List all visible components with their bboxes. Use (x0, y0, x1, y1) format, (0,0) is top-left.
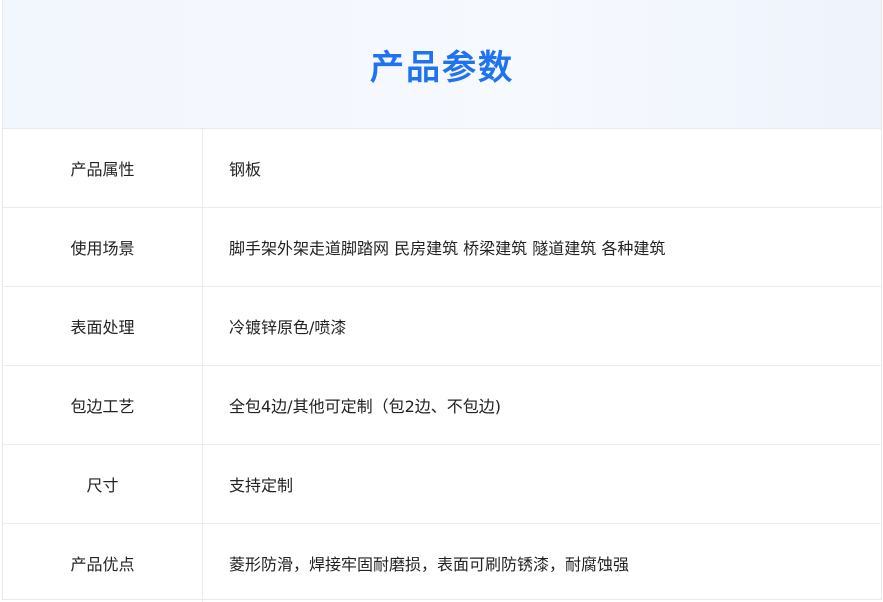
page-title: 产品参数 (370, 47, 514, 88)
param-label: 产品优点 (3, 523, 203, 602)
param-value: 支持定制 (202, 444, 881, 524)
param-label: 表面处理 (3, 286, 203, 366)
table-row: 包边工艺 全包4边/其他可定制（包2边、不包边) (3, 365, 881, 445)
param-value: 菱形防滑，焊接牢固耐磨损，表面可刷防锈漆，耐腐蚀强 (229, 555, 630, 574)
table-row: 使用场景 脚手架外架走道脚踏网 民房建筑 桥梁建筑 隧道建筑 各种建筑 (3, 207, 881, 287)
table-row: 产品优点 菱形防滑，焊接牢固耐磨损，表面可刷防锈漆，耐腐蚀强 (3, 523, 881, 602)
table-row: 产品属性 钢板 (3, 129, 881, 208)
param-label: 产品属性 (3, 129, 203, 208)
param-label: 尺寸 (3, 444, 203, 524)
params-header: 产品参数 (3, 0, 881, 129)
param-value: 全包4边/其他可定制（包2边、不包边) (202, 365, 881, 445)
params-table: 产品属性 钢板 使用场景 脚手架外架走道脚踏网 民房建筑 桥梁建筑 隧道建筑 各… (3, 129, 881, 602)
table-row: 尺寸 支持定制 (3, 444, 881, 524)
param-label: 使用场景 (3, 207, 203, 287)
param-value: 冷镀锌原色/喷漆 (202, 286, 881, 366)
param-value: 脚手架外架走道脚踏网 民房建筑 桥梁建筑 隧道建筑 各种建筑 (202, 207, 881, 287)
param-label: 包边工艺 (3, 365, 203, 445)
table-row: 表面处理 冷镀锌原色/喷漆 (3, 286, 881, 366)
product-params-panel: 产品参数 产品属性 钢板 使用场景 脚手架外架走道脚踏网 民房建筑 桥梁建筑 隧… (2, 0, 882, 602)
param-value: 钢板 (202, 129, 881, 208)
